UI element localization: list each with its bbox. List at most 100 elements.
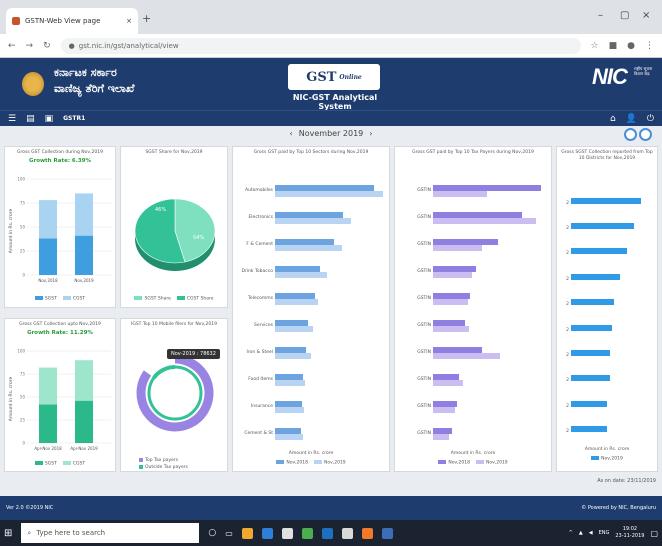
bar-sgst-0 [39, 238, 57, 275]
panel3-growth: Growth Rate: 11.29% [27, 330, 93, 336]
bar-0 [571, 223, 634, 230]
chart-row: F & Cement [233, 231, 391, 258]
y-tick-label: 0 [22, 273, 25, 278]
legend-swatch [276, 460, 285, 464]
new-tab-button[interactable]: + [142, 12, 151, 25]
y-tick-label: 100 [17, 349, 25, 354]
url-field[interactable]: ● gst.nic.in/gst/analytical/view [60, 37, 581, 54]
panel5-title: Gross GST paid by Top 10 Sectors during … [253, 150, 369, 155]
next-month-button[interactable]: › [369, 129, 372, 138]
chrome-icon[interactable] [301, 527, 313, 539]
panel3-chart: Amount in Rs. crore 0 25 50 75 100 Apr-Nov 20… [8, 349, 111, 451]
favicon-icon [12, 17, 20, 25]
reload-icon[interactable]: ↻ [43, 41, 51, 51]
legend-swatch [134, 296, 143, 300]
tray-up-icon[interactable]: ^ [569, 530, 573, 536]
category-label: GSTIN [417, 187, 431, 193]
user-icon[interactable]: 👤 [626, 114, 637, 124]
maximize-button[interactable]: ▢ [620, 10, 629, 21]
donut-arc-0 [136, 354, 214, 432]
panel2-title: SGST Share for Nov,2019 [145, 150, 203, 155]
clock-date: 23-11-2019 [615, 533, 645, 539]
legend-swatch [591, 456, 600, 460]
app-icon[interactable] [341, 527, 353, 539]
bar-1 [275, 352, 311, 359]
nic-logo: NIC [592, 64, 628, 89]
slice-b-label: 54% [193, 235, 204, 241]
windows-start-icon[interactable]: ⊞ [4, 528, 12, 539]
close-tab-icon[interactable]: × [126, 17, 132, 25]
search-icon: ⌕ [27, 528, 32, 537]
power-icon[interactable]: ⏻ [647, 114, 654, 124]
task-view-icon[interactable]: ▭ [225, 529, 233, 538]
chart-row: 2 [557, 191, 659, 216]
profile-icon[interactable]: ● [627, 41, 635, 51]
category-label: Automobiles [244, 187, 273, 193]
cortana-icon[interactable]: ○ [208, 528, 216, 538]
clock[interactable]: 19:02 23-11-2019 [615, 526, 644, 540]
category-label: Insurance [250, 403, 273, 409]
system-title: NIC-GST Analytical System [292, 93, 378, 111]
bar-1 [275, 379, 306, 386]
word-icon[interactable] [321, 527, 333, 539]
toggle-icon-b[interactable] [639, 128, 652, 141]
home-icon[interactable]: ⌂ [610, 114, 616, 124]
volume-icon[interactable]: ◀ [589, 530, 593, 536]
bar-0 [571, 426, 608, 433]
bar-0 [571, 299, 615, 306]
category-label: GSTIN [417, 241, 431, 247]
panel-top-sectors: Gross GST paid by Top 10 Sectors during … [232, 146, 390, 472]
y-tick-label: 50 [20, 395, 26, 400]
gst-logo: GST Online [288, 64, 380, 90]
x-tick-label: Apr-Nov 2018 [34, 446, 62, 451]
panel3-title: Gross GST Collection upto Nov,2019 [19, 322, 101, 327]
menu-dots-icon[interactable]: ⋮ [645, 41, 654, 51]
prev-month-button[interactable]: ‹ [290, 129, 293, 138]
document-icon[interactable]: ▣ [45, 114, 54, 124]
taskbar-search-placeholder: Type here to search [36, 529, 106, 537]
edge-icon[interactable] [261, 527, 273, 539]
hamburger-icon[interactable]: ☰ [8, 114, 16, 124]
x-tick-label: Nov,2018 [38, 278, 58, 283]
category-label: Iron & Steel [246, 349, 273, 355]
panel5-xlabel: Amount in Rs. crore [288, 451, 334, 456]
legend-label: Outside Tax payers [145, 465, 188, 470]
panel-top-districts: Gross SGST Collection reported from Top … [556, 146, 658, 472]
browser-tab[interactable]: GSTN-Web View page × [6, 8, 138, 34]
back-icon[interactable]: ← [8, 41, 16, 51]
current-month-label: November 2019 [298, 128, 364, 138]
vlc-icon[interactable] [361, 527, 373, 539]
outlook-icon[interactable] [381, 527, 393, 539]
report-icon[interactable]: ▤ [26, 114, 35, 124]
panel7-xlabel: Amount in Rs. crore [584, 447, 630, 452]
notification-icon[interactable]: ▢ [650, 529, 658, 538]
y-tick-label: 75 [20, 372, 26, 377]
panel7-legend: Nov,2019 [557, 456, 657, 462]
menu-gstr1[interactable]: GSTR1 [63, 115, 85, 122]
forward-icon[interactable]: → [26, 41, 34, 51]
chart-row: Electronics [233, 204, 391, 231]
language-indicator[interactable]: ENG [599, 530, 610, 536]
extension-icon[interactable]: ■ [609, 41, 618, 51]
legend-label: Nov,2019 [324, 460, 346, 466]
taskbar-search[interactable]: ⌕ Type here to search [21, 523, 200, 543]
category-label: Services [254, 322, 273, 328]
window-close-button[interactable]: × [642, 10, 650, 21]
legend-swatch [476, 460, 484, 464]
file-explorer-icon[interactable] [241, 527, 253, 539]
windows-taskbar: ⊞ ⌕ Type here to search ○ ▭ ^ ▲ ◀ ENG 19:… [0, 520, 662, 546]
network-icon[interactable]: ▲ [579, 530, 583, 536]
bar-sgst-1 [75, 235, 93, 275]
chart-row: GSTIN [395, 420, 553, 447]
bar-1 [433, 352, 500, 359]
category-label: GSTIN [417, 295, 431, 301]
nic-subtitle: राष्ट्रीय सूचना विज्ञान केंद्र [634, 66, 653, 76]
minimize-button[interactable]: – [598, 10, 603, 21]
as-on-date: As on date: 23/11/2019 [597, 478, 656, 484]
star-icon[interactable]: ☆ [591, 41, 599, 51]
store-icon[interactable] [281, 527, 293, 539]
bar-1 [433, 433, 450, 440]
chart-row: 2 [557, 267, 659, 292]
toggle-icon-a[interactable] [624, 128, 637, 141]
category-label: GSTIN [417, 349, 431, 355]
